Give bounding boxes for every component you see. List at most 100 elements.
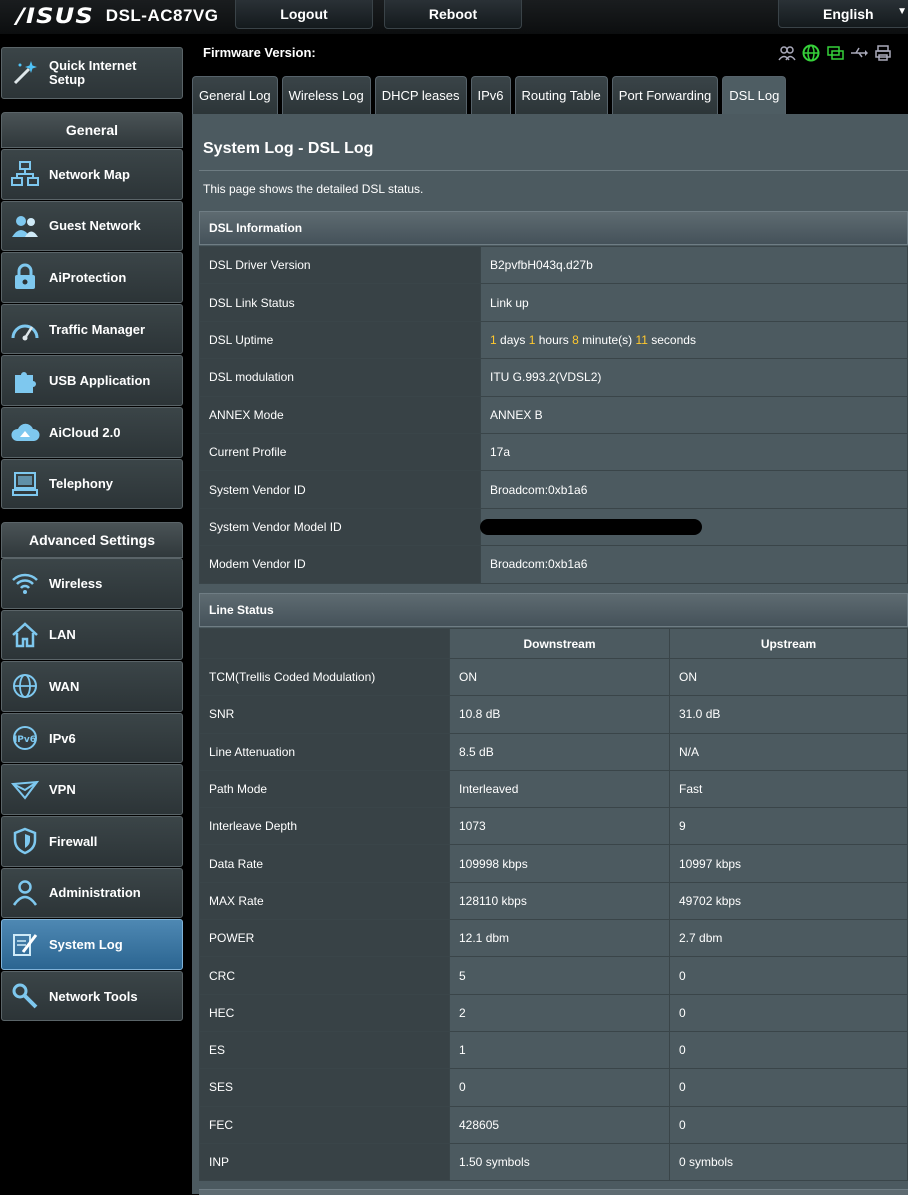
sidebar-item-administration[interactable]: Administration — [1, 867, 183, 919]
tab-dsl-log[interactable]: DSL Log — [722, 76, 787, 114]
sidebar-item-label: WAN — [49, 678, 80, 694]
wireless-status-icon[interactable] — [826, 44, 844, 62]
admin-icon — [9, 878, 41, 908]
brand: /ISUS DSL-AC87VG — [16, 4, 218, 28]
row-label: POWER — [199, 919, 450, 958]
table-row: System Vendor ID Broadcom:0xb1a6 — [199, 470, 908, 509]
table-row: Path Mode Interleaved Fast — [199, 769, 908, 809]
upstream-value: N/A — [669, 732, 908, 771]
page-description: This page shows the detailed DSL status. — [203, 182, 424, 196]
lock-icon — [9, 262, 41, 292]
upstream-value: 0 — [669, 1105, 908, 1144]
upstream-header: Upstream — [669, 628, 908, 659]
row-label: Data Rate — [199, 844, 450, 883]
tab-dhcp-leases[interactable]: DHCP leases — [374, 76, 467, 114]
row-label: DSL Driver Version — [199, 245, 481, 285]
logout-button[interactable]: Logout — [235, 0, 373, 29]
tab-general-log[interactable]: General Log — [192, 76, 278, 114]
quick-setup-line1: Quick Internet — [49, 58, 137, 73]
row-label: System Vendor Model ID — [199, 507, 481, 547]
table-row: CRC 5 0 — [199, 956, 908, 995]
uptime-seconds: 11 — [635, 332, 648, 347]
downstream-value: 0 — [449, 1068, 670, 1107]
sidebar-item-usb-application[interactable]: USB Application — [1, 355, 183, 406]
network-map-icon — [9, 159, 41, 189]
tools-icon — [9, 981, 41, 1011]
row-label: DSL Link Status — [199, 283, 481, 322]
table-row: DSL modulation ITU G.993.2(VDSL2) — [199, 358, 908, 397]
upstream-value: 31.0 dB — [669, 695, 908, 734]
ipv6-icon: IPv6 — [9, 723, 41, 753]
gauge-icon — [9, 314, 41, 344]
model-name: DSL-AC87VG — [105, 6, 219, 25]
table-row: Current Profile 17a — [199, 432, 908, 472]
table-row: Interleave Depth 1073 9 — [199, 807, 908, 846]
table-row: Data Rate 109998 kbps 10997 kbps — [199, 844, 908, 883]
sidebar-item-label: Telephony — [49, 476, 114, 492]
tab-wireless-log[interactable]: Wireless Log — [281, 76, 371, 114]
sidebar-item-label: VPN — [49, 782, 76, 798]
sidebar-item-aiprotection[interactable]: AiProtection — [1, 252, 183, 303]
table-row: ES 1 0 — [199, 1030, 908, 1070]
firmware-label: Firmware Version: — [203, 45, 316, 60]
sidebar-item-vpn[interactable]: VPN — [1, 764, 183, 815]
guest-network-icon — [9, 211, 41, 241]
redacted-value — [480, 518, 702, 535]
row-label: Interleave Depth — [199, 807, 450, 846]
sidebar-item-label: Guest Network — [49, 218, 141, 234]
row-label: DSL Uptime — [199, 320, 481, 360]
quick-internet-setup-button[interactable]: Quick Internet Setup — [1, 47, 183, 99]
downstream-value: ON — [449, 657, 670, 697]
row-value: ITU G.993.2(VDSL2) — [480, 358, 908, 397]
table-row: POWER 12.1 dbm 2.7 dbm — [199, 919, 908, 958]
top-bar: /ISUS DSL-AC87VG Logout Reboot English ▼ — [0, 0, 908, 34]
sidebar-item-lan[interactable]: LAN — [1, 609, 183, 661]
table-row: FEC 428605 0 — [199, 1105, 908, 1144]
upstream-value: 9 — [669, 807, 908, 846]
status-icons — [778, 44, 892, 62]
downstream-header: Downstream — [449, 628, 670, 659]
row-value: Broadcom:0xb1a6 — [480, 470, 908, 509]
home-icon — [9, 620, 41, 650]
tab-port-forwarding[interactable]: Port Forwarding — [611, 76, 719, 114]
sidebar-item-guest-network[interactable]: Guest Network — [1, 200, 183, 252]
sidebar-item-wan[interactable]: WAN — [1, 661, 183, 712]
table-row: SNR 10.8 dB 31.0 dB — [199, 695, 908, 734]
row-label: System Vendor ID — [199, 470, 481, 509]
sidebar-item-label: IPv6 — [49, 730, 76, 746]
row-label: CRC — [199, 956, 450, 995]
printer-icon[interactable] — [874, 44, 892, 62]
reboot-button[interactable]: Reboot — [384, 0, 522, 29]
sidebar-item-network-tools[interactable]: Network Tools — [1, 970, 183, 1022]
sidebar-item-aicloud-2-0[interactable]: AiCloud 2.0 — [1, 407, 183, 458]
usb-icon[interactable] — [850, 44, 868, 62]
globe-icon — [9, 671, 41, 701]
clients-icon[interactable] — [778, 44, 796, 62]
sidebar-item-traffic-manager[interactable]: Traffic Manager — [1, 303, 183, 355]
row-label: Line Attenuation — [199, 732, 450, 771]
sidebar-item-system-log[interactable]: System Log — [1, 919, 183, 970]
sidebar-item-ipv6[interactable]: IPv6 IPv6 — [1, 712, 183, 764]
sidebar-item-wireless[interactable]: Wireless — [1, 558, 183, 609]
line-status-header: Line Status — [199, 593, 908, 627]
sidebar-item-firewall[interactable]: Firewall — [1, 816, 183, 867]
table-row: Modem Vendor ID Broadcom:0xb1a6 — [199, 545, 908, 584]
sidebar-advanced-header: Advanced Settings — [1, 522, 183, 558]
sidebar-item-telephony[interactable]: Telephony — [1, 458, 183, 510]
downstream-value: 5 — [449, 956, 670, 995]
sidebar-general-header: General — [1, 112, 183, 148]
downstream-value: 1 — [449, 1030, 670, 1070]
language-label: English — [823, 5, 874, 22]
tab-routing-table[interactable]: Routing Table — [514, 76, 608, 114]
tab-ipv6[interactable]: IPv6 — [470, 76, 511, 114]
downstream-value: 428605 — [449, 1105, 670, 1144]
table-row: INP 1.50 symbols 0 symbols — [199, 1142, 908, 1182]
internet-status-icon[interactable] — [802, 44, 820, 62]
downstream-value: 8.5 dB — [449, 732, 670, 771]
table-row: MAX Rate 128110 kbps 49702 kbps — [199, 881, 908, 921]
sidebar-item-network-map[interactable]: Network Map — [1, 149, 183, 200]
table-row: SES 0 0 — [199, 1068, 908, 1107]
upstream-value: ON — [669, 657, 908, 697]
upstream-value: 0 — [669, 956, 908, 995]
language-select[interactable]: English ▼ — [778, 0, 908, 28]
